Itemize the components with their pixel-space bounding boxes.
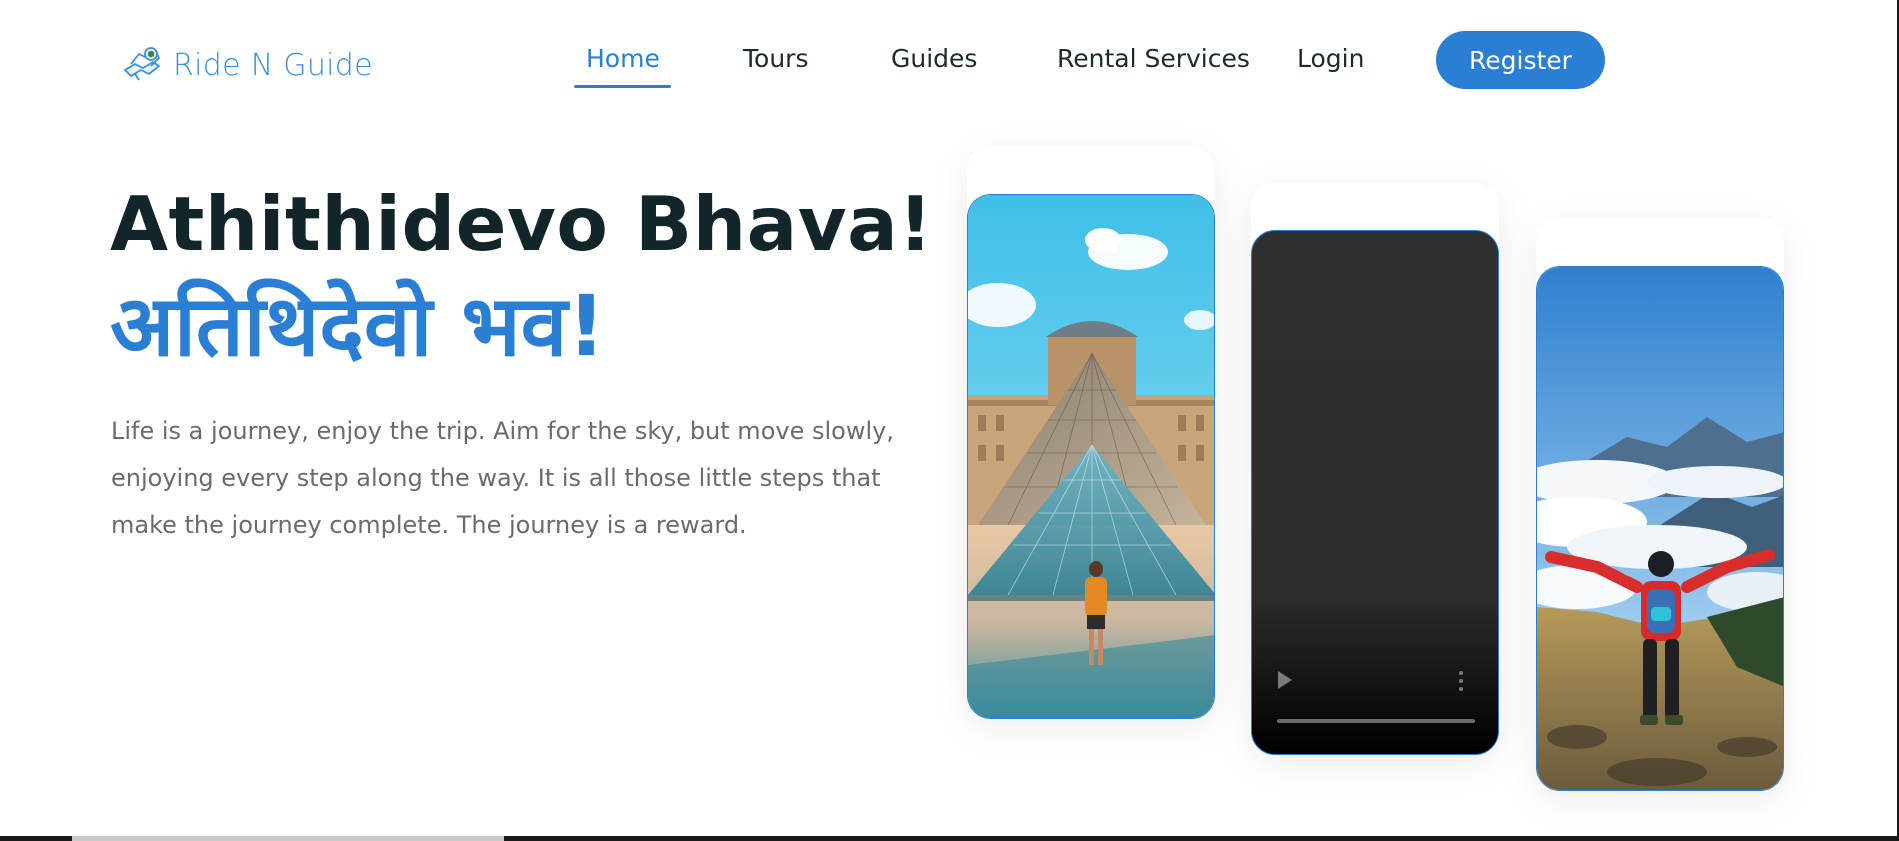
brand-logo[interactable]: Ride N Guide	[121, 44, 373, 86]
video-player[interactable]	[1251, 230, 1499, 755]
nav-home[interactable]: Home	[586, 44, 660, 73]
active-tab-indicator	[574, 85, 671, 88]
hero-title: Athithidevo Bhava!	[110, 180, 933, 268]
travel-image-card-hiker[interactable]	[1536, 266, 1784, 791]
landing-page: Ride N Guide Home Tours Guides Rental Se…	[0, 0, 1899, 841]
nav-login[interactable]: Login	[1297, 44, 1364, 73]
nav-tours[interactable]: Tours	[743, 44, 808, 73]
louvre-pyramid-image	[968, 195, 1214, 718]
hero-description: Life is a journey, enjoy the trip. Aim f…	[111, 417, 894, 539]
horizontal-scrollbar-thumb[interactable]	[72, 836, 504, 841]
travel-image-card-louvre[interactable]	[967, 194, 1215, 719]
more-options-icon[interactable]	[1459, 671, 1464, 691]
play-icon[interactable]	[1278, 671, 1292, 689]
nav-rental-services[interactable]: Rental Services	[1057, 44, 1250, 73]
map-route-icon	[124, 47, 160, 81]
nav-guides[interactable]: Guides	[891, 44, 977, 73]
hiker-mountain-image	[1537, 267, 1783, 790]
hero-subtitle-devanagari: अतिथिदेवो भव!	[110, 277, 606, 375]
video-progress-bar[interactable]	[1277, 719, 1475, 723]
brand-name: Ride N Guide	[173, 47, 373, 83]
register-button[interactable]: Register	[1436, 31, 1605, 89]
